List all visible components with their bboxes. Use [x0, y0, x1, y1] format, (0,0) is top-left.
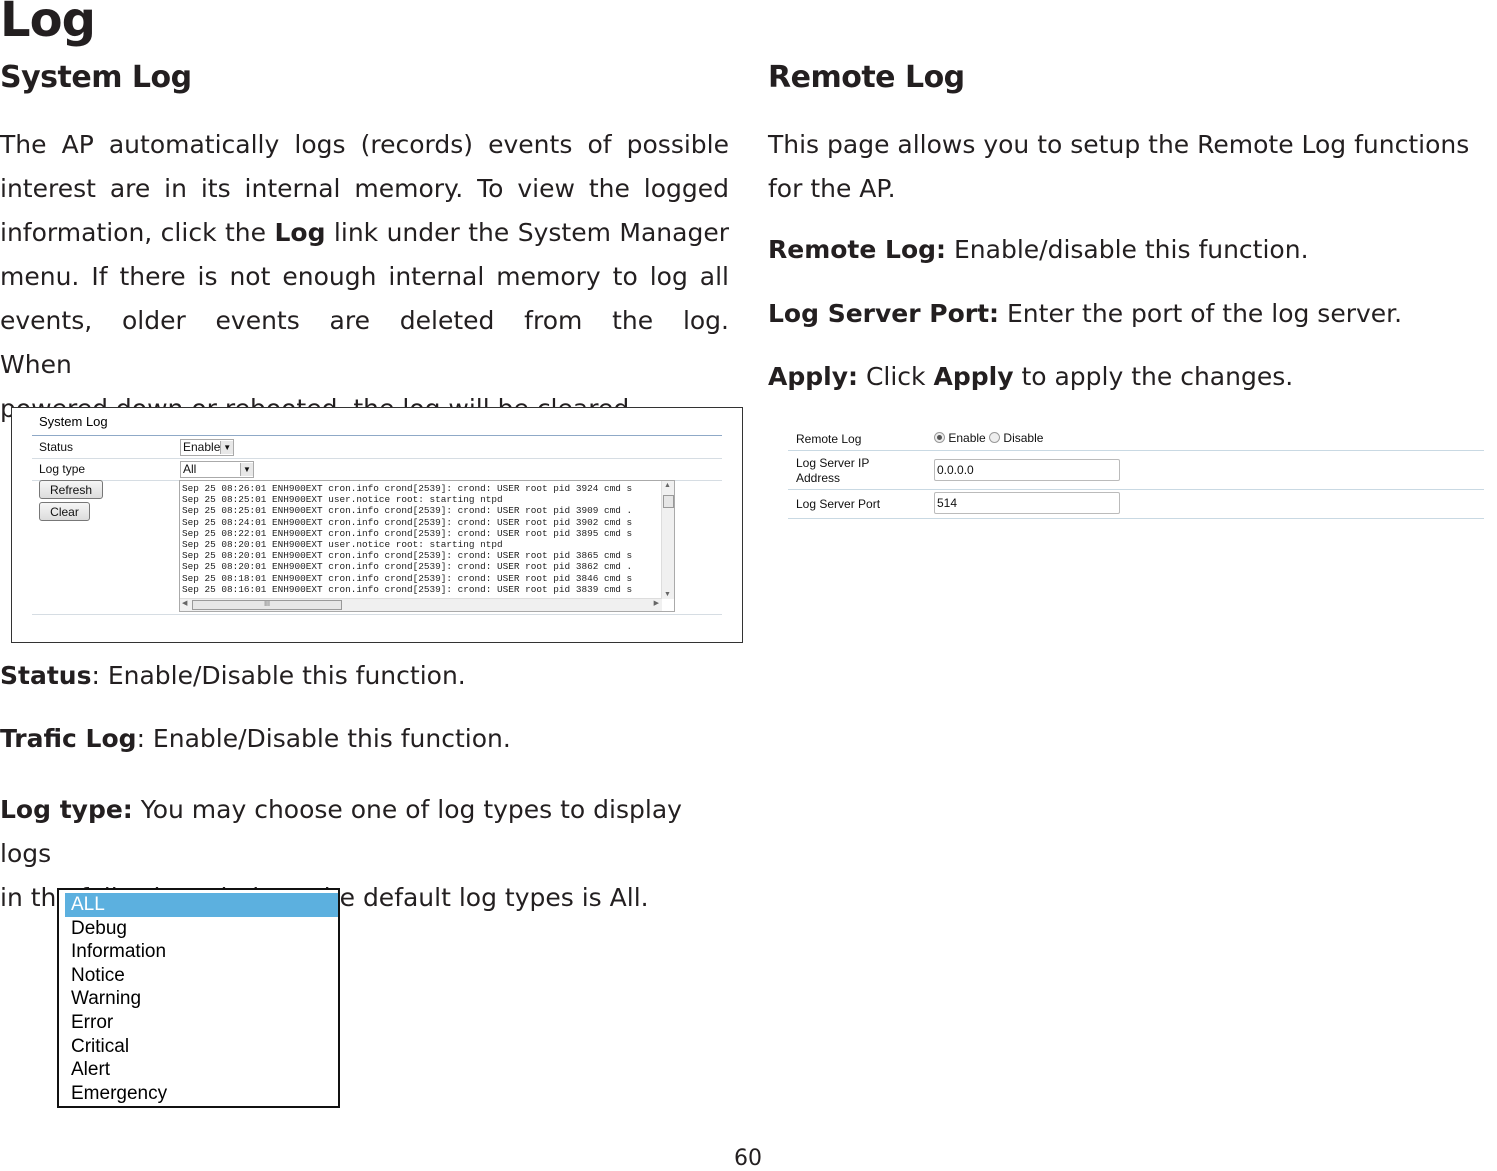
scroll-right-icon[interactable]: ▶ [654, 599, 659, 607]
ip-label-line: Log Server IP [796, 456, 870, 470]
intro-line: interest are in its internal memory. To … [0, 174, 729, 203]
scroll-left-icon[interactable]: ◀ [182, 599, 187, 607]
log-line: Sep 25 08:20:01 ENH900EXT cron.info cron… [182, 561, 633, 573]
intro-line: information, click the Log link under th… [0, 211, 729, 255]
log-line: Sep 25 08:16:01 ENH900EXT cron.info cron… [182, 583, 633, 595]
log-server-ip-input[interactable]: 0.0.0.0 [934, 459, 1120, 481]
log-line: Sep 25 08:24:01 ENH900EXT cron.info cron… [182, 516, 633, 528]
log-type-row: Log type All ▼ [32, 458, 722, 481]
log-server-port-label: Log Server Port [796, 497, 881, 511]
log-server-ip-row: Log Server IP Address 0.0.0.0 [788, 451, 1484, 490]
log-line: Sep 25 08:20:01 ENH900EXT cron.info cron… [182, 550, 633, 562]
options-container: ALL Debug Information Notice Warning Error Cri… [59, 893, 338, 1104]
remote-term: Remote Log: [768, 235, 947, 264]
log-line: Sep 25 08:20:01 ENH900EXT user.notice ro… [182, 539, 503, 551]
log-type-label: Log type [39, 462, 86, 476]
scroll-down-icon[interactable]: ▼ [664, 591, 671, 598]
apply-bold: Apply [933, 362, 1014, 391]
log-type-option[interactable]: Warning [65, 987, 338, 1011]
log-type-option[interactable]: Notice [65, 964, 338, 988]
log-server-ip-label: Log Server IP Address [796, 456, 869, 486]
port-desc: Enter the port of the log server. [999, 299, 1403, 328]
page-title: Log [0, 0, 96, 48]
intro-line: events, older events are deleted from th… [0, 306, 729, 379]
remote-log-row: Remote Log Enable Disable [788, 426, 1484, 451]
trafic-log-description: Trafic Log: Enable/Disable this function… [0, 717, 511, 761]
intro-line: menu. If there is not enough internal me… [0, 262, 729, 291]
log-line: Sep 25 08:26:01 ENH900EXT cron.info cron… [182, 483, 633, 494]
system-log-screenshot: System Log Status Enable ▼ Log type All … [11, 407, 743, 643]
status-description: Status: Enable/Disable this function. [0, 654, 466, 698]
log-type-option[interactable]: Emergency [65, 1082, 338, 1106]
scroll-up-icon[interactable]: ▲ [664, 482, 671, 489]
status-label: Status [39, 440, 74, 454]
log-line: Sep 25 08:25:01 ENH900EXT user.notice ro… [182, 494, 503, 506]
status-row: Status Enable ▼ [32, 436, 722, 459]
intro-text: information, click the [0, 218, 275, 247]
trafic-desc: : Enable/Disable this function. [136, 724, 511, 753]
remote-intro-line: This page allows you to setup the Remote… [768, 130, 1470, 159]
vertical-scrollbar[interactable]: ▲ ▼ [661, 481, 674, 599]
log-type-option[interactable]: ALL [65, 893, 338, 917]
horizontal-scrollbar[interactable]: ◀ III ▶ [180, 598, 662, 611]
remote-intro-line: for the AP. [768, 174, 896, 203]
system-log-intro: The AP automatically logs (records) even… [0, 123, 729, 431]
remote-desc: Enable/disable this function. [946, 235, 1309, 264]
status-desc: : Enable/Disable this function. [91, 661, 466, 690]
enable-label[interactable]: Enable [948, 431, 985, 445]
log-type-option[interactable]: Error [65, 1011, 338, 1035]
chevron-down-icon: ▼ [220, 440, 233, 454]
system-log-heading: System Log [0, 60, 192, 95]
log-link-term: Log [274, 218, 326, 247]
chevron-down-icon: ▼ [240, 462, 253, 476]
port-field-description: Log Server Port: Enter the port of the l… [768, 292, 1402, 336]
log-textarea[interactable]: Sep 25 08:26:01 ENH900EXT cron.info cron… [179, 480, 675, 612]
panel-bottom-divider [32, 614, 722, 615]
remote-log-intro: This page allows you to setup the Remote… [768, 123, 1497, 211]
status-select-value: Enable [183, 440, 221, 454]
port-term: Log Server Port: [768, 299, 1000, 328]
log-type-option[interactable]: Debug [65, 917, 338, 941]
apply-desc: Click [858, 362, 934, 391]
log-lines: Sep 25 08:26:01 ENH900EXT cron.info cron… [180, 481, 674, 595]
remote-log-field-description: Remote Log: Enable/disable this function… [768, 228, 1309, 272]
log-type-option[interactable]: Critical [65, 1035, 338, 1059]
intro-text: link under the System Manager [325, 218, 729, 247]
remote-log-label: Remote Log [796, 432, 862, 446]
intro-line: The AP automatically logs (records) even… [0, 130, 729, 159]
disable-radio[interactable] [989, 432, 1001, 443]
log-line: Sep 25 08:22:01 ENH900EXT cron.info cron… [182, 527, 633, 539]
page-number: 60 [734, 1146, 762, 1171]
apply-desc: to apply the changes. [1013, 362, 1294, 391]
log-type-dropdown-list[interactable]: ALL Debug Information Notice Warning Error Cri… [57, 888, 340, 1108]
log-line: Sep 25 08:25:01 ENH900EXT cron.info cron… [182, 505, 633, 517]
remote-log-radio-group: Enable Disable [934, 431, 1043, 445]
log-server-port-row: Log Server Port 514 [788, 490, 1484, 519]
panel-title: System Log [39, 414, 108, 429]
log-type-option[interactable]: Alert [65, 1058, 338, 1082]
apply-description: Apply: Click Apply to apply the changes. [768, 355, 1293, 399]
log-server-port-input[interactable]: 514 [934, 492, 1120, 514]
scroll-thumb[interactable] [663, 495, 674, 508]
clear-button[interactable]: Clear [39, 502, 90, 521]
ip-label-line: Address [796, 471, 841, 485]
disable-label[interactable]: Disable [1003, 431, 1043, 445]
refresh-button[interactable]: Refresh [39, 480, 103, 499]
enable-radio[interactable] [934, 432, 945, 443]
trafic-term: Trafic Log [0, 724, 137, 753]
log-type-select[interactable]: All ▼ [180, 460, 254, 478]
logtype-term: Log type: [0, 795, 133, 824]
log-type-select-value: All [183, 462, 197, 476]
scroll-thumb-horizontal[interactable]: III [192, 600, 342, 610]
apply-term: Apply: [768, 362, 859, 391]
log-line: Sep 25 08:18:01 ENH900EXT cron.info cron… [182, 572, 633, 584]
status-select[interactable]: Enable ▼ [180, 438, 234, 456]
log-type-option[interactable]: Information [65, 940, 338, 964]
remote-log-heading: Remote Log [768, 60, 965, 95]
status-term: Status [0, 661, 92, 690]
